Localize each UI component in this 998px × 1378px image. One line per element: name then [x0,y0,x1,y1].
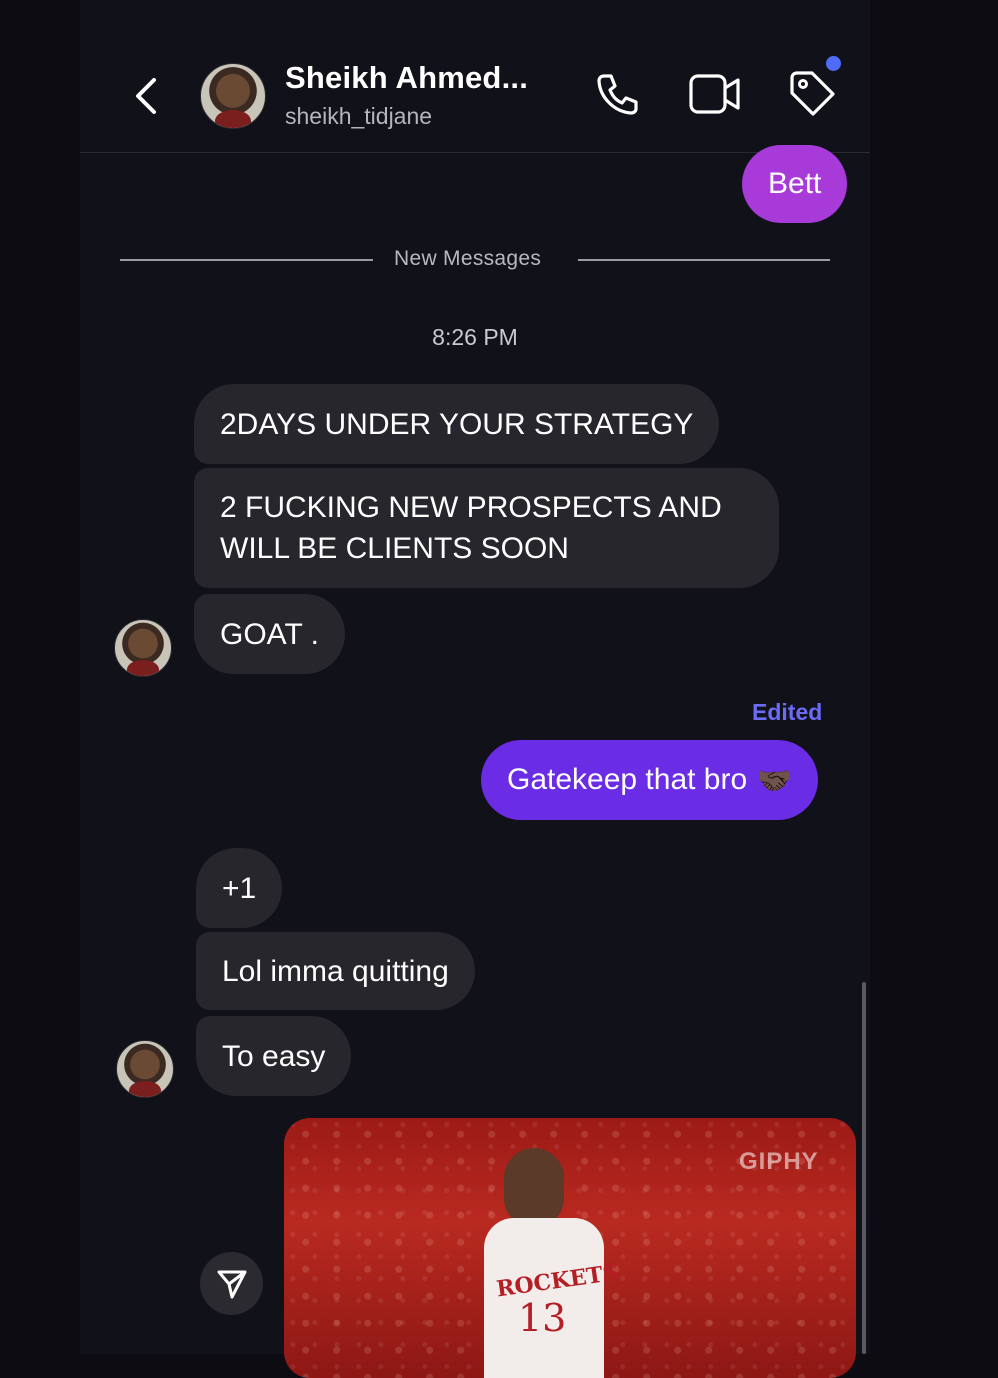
incoming-message-bubble[interactable]: Lol imma quitting [196,932,475,1010]
gif-player-head [504,1148,564,1228]
scrollbar[interactable] [862,982,866,1354]
phone-icon[interactable] [594,70,642,118]
gif-message[interactable]: ROCKETS 13 GIPHY [284,1118,856,1378]
new-messages-divider: New Messages [394,247,542,270]
contact-username[interactable]: sheikh_tidjane [285,103,432,130]
notification-dot [826,56,841,71]
message-text: Bett [768,167,822,200]
message-text: 2 FUCKING NEW PROSPECTS AND WILL BE CLIE… [220,491,722,565]
divider-line-left [120,259,373,261]
message-text: To easy [222,1039,326,1073]
giphy-watermark: GIPHY [739,1148,819,1175]
divider-line-right [578,259,830,261]
outgoing-message-bubble[interactable]: Bett [742,145,848,223]
edited-label: Edited [752,699,823,725]
message-text: 2DAYS UNDER YOUR STRATEGY [220,407,694,441]
incoming-message-bubble[interactable]: 2DAYS UNDER YOUR STRATEGY [194,384,720,464]
tag-icon[interactable] [786,68,838,120]
send-button[interactable] [200,1252,263,1315]
incoming-message-bubble[interactable]: GOAT . [194,594,345,674]
timestamp: 8:26 PM [432,324,518,350]
message-text: Lol imma quitting [222,954,449,988]
incoming-message-bubble[interactable]: +1 [196,848,283,928]
message-text: Gatekeep that bro [507,763,748,796]
message-text: GOAT . [220,617,319,651]
sender-avatar[interactable] [116,1040,174,1098]
sender-avatar[interactable] [114,619,172,677]
incoming-message-bubble[interactable]: To easy [196,1016,352,1096]
handshake-emoji: 🤝🏿 [757,764,793,796]
gif-jersey-number: 13 [518,1296,567,1340]
chevron-left-icon[interactable] [130,76,166,116]
incoming-message-bubble[interactable]: 2 FUCKING NEW PROSPECTS AND WILL BE CLIE… [194,468,779,588]
contact-name[interactable]: Sheikh Ahmed... [285,60,528,96]
outgoing-message-bubble[interactable]: Gatekeep that bro 🤝🏿 [481,740,819,820]
chat-header [80,40,870,153]
paper-plane-icon [217,1270,246,1298]
message-text: +1 [222,871,257,905]
video-camera-icon[interactable] [688,72,742,116]
avatar[interactable] [200,63,266,129]
